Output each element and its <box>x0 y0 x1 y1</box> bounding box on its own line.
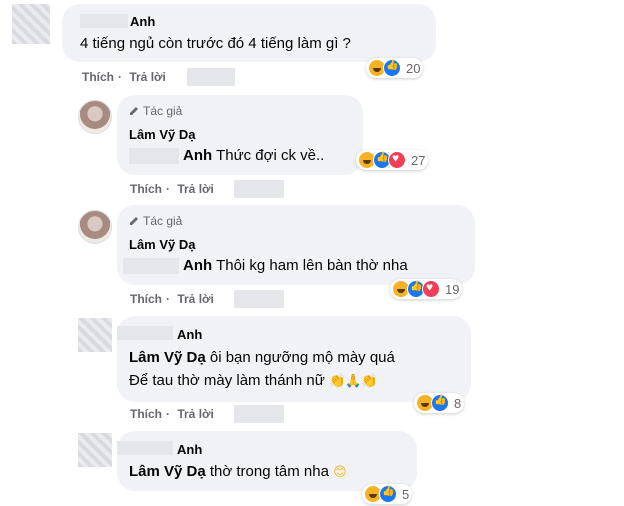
like-icon <box>379 485 397 503</box>
tagged-name[interactable]: Anh <box>183 257 212 274</box>
comment-text: Anh Thôi kg ham lên bàn thờ nha <box>183 257 408 274</box>
redacted-tag <box>123 258 179 274</box>
redacted-tag <box>129 148 179 164</box>
redacted-name <box>117 326 173 340</box>
comment-text: Anh Thức đợi ck về.. <box>183 147 325 164</box>
comment-text: Lâm Vỹ Dạ ôi bạn ngưỡng mộ mày quá <box>129 349 395 366</box>
pencil-icon <box>130 217 138 225</box>
avatar[interactable] <box>78 100 112 134</box>
redacted-timestamp <box>234 180 284 198</box>
like-link[interactable]: Thích <box>130 407 162 421</box>
reaction-count: 8 <box>454 395 462 411</box>
commenter-name[interactable]: Lâm Vỹ Dạ <box>129 127 195 142</box>
reaction-summary[interactable]: 19 <box>390 279 463 299</box>
commenter-name[interactable]: Anh <box>177 327 202 342</box>
redacted-timestamp <box>234 405 284 423</box>
redacted-name <box>80 14 128 28</box>
reaction-summary[interactable]: 27 <box>356 150 429 170</box>
reaction-summary[interactable]: 5 <box>362 484 413 504</box>
author-badge: Tác giả <box>129 104 182 118</box>
commenter-name[interactable]: Anh <box>130 14 155 29</box>
pray-emoji-icon: 🙏 <box>345 373 362 388</box>
commenter-name[interactable]: Anh <box>177 442 202 457</box>
reaction-count: 19 <box>445 281 460 297</box>
reply-link[interactable]: Trả lời <box>177 292 214 306</box>
tagged-name[interactable]: Lâm Vỹ Dạ <box>129 349 206 366</box>
comment-bubble: Anh 4 tiếng ngủ còn trước đó 4 tiếng làm… <box>62 4 436 62</box>
comment-bubble: Tác giả Lâm Vỹ Dạ Anh Thức đợi ck về.. <box>117 95 363 175</box>
commenter-name[interactable]: Lâm Vỹ Dạ <box>129 237 195 252</box>
reaction-count: 5 <box>402 486 410 502</box>
like-link[interactable]: Thích <box>82 70 114 84</box>
comment-actions: Thích · Trả lời <box>130 292 214 306</box>
reaction-summary[interactable]: 8 <box>414 393 465 413</box>
comment-bubble: Anh Lâm Vỹ Dạ thờ trong tâm nha 😊 <box>117 431 417 491</box>
comment-actions: Thích · Trả lời <box>130 182 214 196</box>
clap-emoji-icon: 👏 <box>328 373 346 388</box>
love-icon <box>422 280 440 298</box>
avatar[interactable] <box>78 318 112 352</box>
comment-text: 4 tiếng ngủ còn trước đó 4 tiếng làm gì … <box>80 35 351 52</box>
reply-link[interactable]: Trả lời <box>129 70 166 84</box>
like-icon <box>383 59 401 77</box>
comment-text: Lâm Vỹ Dạ thờ trong tâm nha 😊 <box>129 463 347 480</box>
reaction-summary[interactable]: 20 <box>366 58 424 78</box>
comment-actions: Thích · Trả lời <box>82 70 166 84</box>
redacted-timestamp <box>187 68 235 86</box>
clap-emoji-icon: 👏 <box>361 373 378 388</box>
comment-text-line2: Để tau thờ mày làm thánh nữ 👏🙏👏 <box>129 372 378 389</box>
smile-emoji-icon: 😊 <box>333 464 347 479</box>
comment-bubble: Tác giả Lâm Vỹ Dạ Anh Thôi kg ham lên bà… <box>117 205 475 285</box>
reaction-count: 27 <box>411 152 426 168</box>
comment-bubble: Anh Lâm Vỹ Dạ ôi bạn ngưỡng mộ mày quá Đ… <box>117 316 471 402</box>
avatar[interactable] <box>78 433 112 467</box>
redacted-timestamp <box>234 290 284 308</box>
like-icon <box>431 394 449 412</box>
author-badge: Tác giả <box>129 214 182 228</box>
love-icon <box>388 151 406 169</box>
tagged-name[interactable]: Anh <box>183 147 212 164</box>
pencil-icon <box>130 107 138 115</box>
avatar[interactable] <box>12 4 50 44</box>
like-link[interactable]: Thích <box>130 182 162 196</box>
redacted-name <box>117 441 173 455</box>
reply-link[interactable]: Trả lời <box>177 182 214 196</box>
like-link[interactable]: Thích <box>130 292 162 306</box>
avatar[interactable] <box>78 210 112 244</box>
reaction-count: 20 <box>406 60 421 76</box>
comment-actions: Thích · Trả lời <box>130 407 214 421</box>
reply-link[interactable]: Trả lời <box>177 407 214 421</box>
tagged-name[interactable]: Lâm Vỹ Dạ <box>129 463 206 480</box>
